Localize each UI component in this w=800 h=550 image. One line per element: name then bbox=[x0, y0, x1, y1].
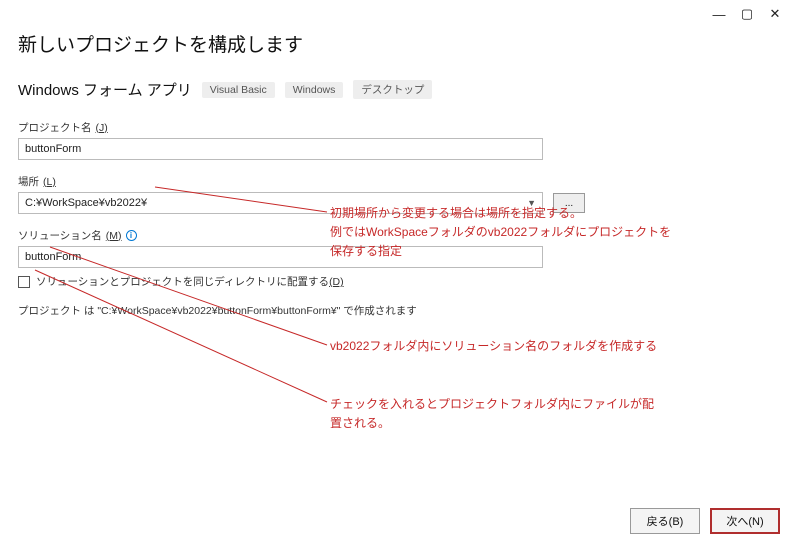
minimize-button[interactable]: — bbox=[708, 7, 730, 22]
project-path-note: プロジェクト は "C:¥WorkSpace¥vb2022¥buttonForm… bbox=[18, 303, 782, 318]
tag-platform: Windows bbox=[285, 82, 344, 98]
next-button[interactable]: 次へ(N) bbox=[710, 508, 780, 534]
tag-language: Visual Basic bbox=[202, 82, 275, 98]
location-label: 場所(L) bbox=[18, 174, 782, 189]
annotation-checkbox: チェックを入れるとプロジェクトフォルダ内にファイルが配 置される。 bbox=[330, 395, 654, 433]
back-button[interactable]: 戻る(B) bbox=[630, 508, 700, 534]
window-controls: — ▢ ✕ bbox=[694, 0, 800, 28]
annotation-solution-folder: vb2022フォルダ内にソリューション名のフォルダを作成する bbox=[330, 337, 657, 356]
project-name-input[interactable] bbox=[18, 138, 543, 160]
maximize-button[interactable]: ▢ bbox=[736, 6, 758, 22]
template-name: Windows フォーム アプリ bbox=[18, 79, 192, 100]
annotation-location: 初期場所から変更する場合は場所を指定する。 例ではWorkSpaceフォルダのv… bbox=[330, 204, 671, 262]
same-directory-checkbox[interactable] bbox=[18, 276, 30, 288]
tag-type: デスクトップ bbox=[353, 80, 432, 99]
location-value: C:¥WorkSpace¥vb2022¥ bbox=[25, 197, 147, 209]
info-icon[interactable]: i bbox=[126, 230, 137, 241]
same-directory-label: ソリューションとプロジェクトを同じディレクトリに配置する(D) bbox=[36, 274, 344, 289]
page-title: 新しいプロジェクトを構成します bbox=[18, 30, 782, 57]
close-button[interactable]: ✕ bbox=[764, 6, 786, 22]
project-name-label: プロジェクト名(J) bbox=[18, 120, 782, 135]
